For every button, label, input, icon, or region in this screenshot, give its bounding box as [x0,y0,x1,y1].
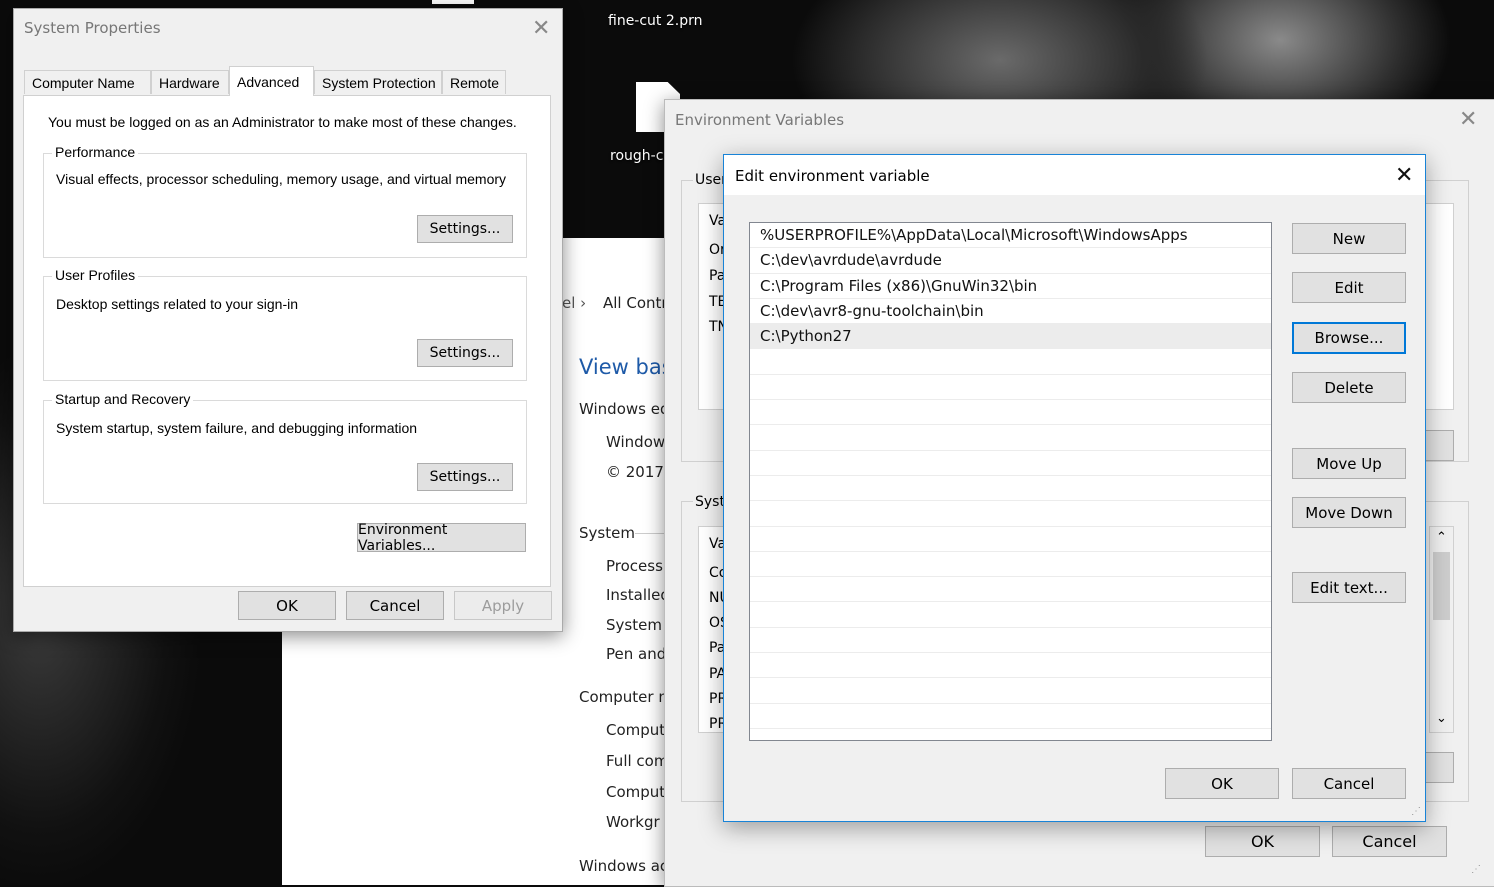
path-entry-row[interactable] [750,375,1271,401]
system-list-scrollbar[interactable]: ⌃ ⌄ [1429,526,1454,733]
window-title: Environment Variables [675,111,845,129]
tab-system-protection[interactable]: System Protection [314,70,442,94]
close-icon[interactable]: ✕ [532,18,550,40]
env-ok-button[interactable]: OK [1205,826,1320,857]
edit-text-button[interactable]: Edit text... [1292,572,1406,603]
path-entry-row[interactable]: C:\dev\avr8-gnu-toolchain\bin [750,299,1271,325]
path-entry-row[interactable] [750,729,1271,740]
resize-grip-icon[interactable]: ⋰ [1411,806,1421,817]
path-entry-row[interactable] [750,451,1271,476]
chevron-down-icon[interactable]: ⌄ [1436,710,1447,726]
advanced-tab-panel: You must be logged on as an Administrato… [23,95,551,587]
desktop-file-label[interactable]: rough-c [610,148,663,164]
breadcrumb-separator: el › [562,294,587,312]
startup-recovery-group: Startup and Recovery System startup, sys… [43,391,527,504]
path-entry-row[interactable] [750,704,1271,729]
path-entry-row[interactable] [750,400,1271,426]
control-panel-window: el › All Contr View basi Windows ed Wind… [562,238,672,885]
computer-section: Computer n [579,688,668,706]
group-label: Performance [52,144,139,160]
file-icon[interactable] [432,0,474,4]
page-heading: View basi [579,355,672,379]
system-section: System [579,524,635,542]
user-delete-button[interactable] [1425,430,1454,461]
path-entry-row[interactable]: C:\Program Files (x86)\GnuWin32\bin [750,274,1271,299]
windows-line: Window [606,433,666,451]
group-label: User Profiles [52,267,139,283]
path-entry-row[interactable] [750,602,1271,628]
close-icon[interactable]: ✕ [1459,109,1477,131]
copyright: © 2017 I [606,463,672,481]
resize-grip-icon[interactable]: ⋰ [1471,864,1481,875]
startup-settings-button[interactable]: Settings... [417,463,513,491]
user-profiles-group: User Profiles Desktop settings related t… [43,267,527,381]
installed-label: Installed [606,586,670,604]
system-delete-button[interactable] [1425,752,1454,783]
processor-label: Process [606,557,663,575]
path-entry-row[interactable] [750,349,1271,375]
computer-name-label: Comput [606,721,666,739]
move-up-button[interactable]: Move Up [1292,448,1406,479]
path-entry-row[interactable] [750,653,1271,679]
window-title: System Properties [24,19,161,37]
group-description: System startup, system failure, and debu… [56,420,418,436]
pen-label: Pen and [606,645,667,663]
path-entry-row[interactable] [750,678,1271,704]
edit-button[interactable]: Edit [1292,272,1406,303]
user-profiles-settings-button[interactable]: Settings... [417,339,513,367]
chevron-up-icon[interactable]: ⌃ [1436,529,1447,545]
new-button[interactable]: New [1292,223,1406,254]
path-entry-row[interactable] [750,577,1271,603]
group-description: Desktop settings related to your sign-in [56,296,299,312]
path-entry-row[interactable] [750,476,1271,502]
full-computer-label: Full com [606,752,669,770]
delete-button[interactable]: Delete [1292,372,1406,403]
ok-button[interactable]: OK [238,591,336,620]
group-label: Startup and Recovery [52,391,194,407]
path-entry-row[interactable]: C:\dev\avrdude\avrdude [750,248,1271,274]
edit-environment-variable-dialog: Edit environment variable ✕ %USERPROFILE… [723,154,1426,822]
path-entry-row[interactable]: C:\Python27 [750,324,1271,350]
path-entry-row[interactable] [750,501,1271,527]
group-description: Visual effects, processor scheduling, me… [56,171,507,187]
user-list-right-edge [1425,203,1454,410]
path-entry-row[interactable] [750,425,1271,451]
admin-note: You must be logged on as an Administrato… [48,114,517,130]
scrollbar-thumb[interactable] [1433,552,1450,620]
system-type-label: System t [606,616,672,634]
computer-desc-label: Comput [606,783,666,801]
path-entry-row[interactable] [750,527,1271,552]
system-properties-window: System Properties ✕ Computer Name Hardwa… [13,8,563,632]
windows-edition-label: Windows ed [579,400,670,418]
cancel-button[interactable]: Cancel [1292,768,1406,799]
apply-button[interactable]: Apply [454,591,552,620]
workgroup-label: Workgr [606,813,660,831]
performance-settings-button[interactable]: Settings... [417,215,513,243]
env-cancel-button[interactable]: Cancel [1332,826,1447,857]
browse-button[interactable]: Browse... [1292,322,1406,354]
tab-remote[interactable]: Remote [442,70,506,94]
ok-button[interactable]: OK [1165,768,1279,799]
tab-advanced[interactable]: Advanced [229,66,314,96]
performance-group: Performance Visual effects, processor sc… [43,144,527,258]
move-down-button[interactable]: Move Down [1292,497,1406,528]
cancel-button[interactable]: Cancel [346,591,444,620]
desktop-file-label[interactable]: fine-cut 2.prn [608,13,703,29]
path-entry-row[interactable] [750,552,1271,578]
windows-activation-label: Windows ac [579,857,669,875]
path-entries-list[interactable]: %USERPROFILE%\AppData\Local\Microsoft\Wi… [749,222,1272,741]
breadcrumb-all-control[interactable]: All Contr [603,294,668,312]
environment-variables-button[interactable]: Environment Variables... [357,522,526,554]
path-entry-row[interactable] [750,628,1271,654]
path-entry-row[interactable]: %USERPROFILE%\AppData\Local\Microsoft\Wi… [750,223,1271,249]
tab-hardware[interactable]: Hardware [151,70,229,94]
tab-computer-name[interactable]: Computer Name [24,70,151,94]
close-icon[interactable]: ✕ [1395,163,1413,188]
dialog-title: Edit environment variable [735,167,930,185]
